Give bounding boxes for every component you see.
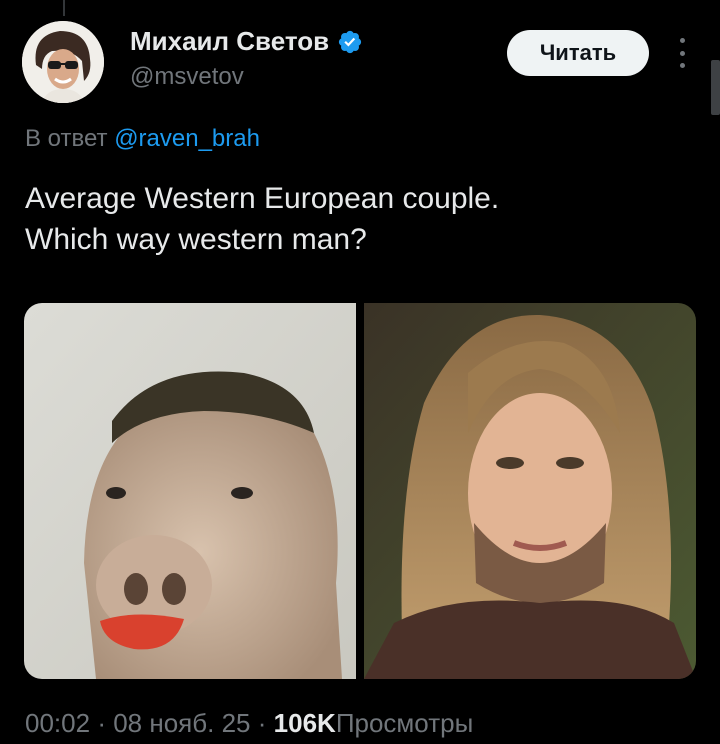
meta-separator: · <box>97 708 106 738</box>
media-image-right[interactable] <box>364 303 696 679</box>
more-vertical-icon[interactable] <box>672 38 692 68</box>
tweet-meta: 00:02 · 08 нояб. 25 · 106KПросмотры <box>25 708 473 739</box>
person-photo <box>364 303 696 679</box>
tweet-text-line: Which way western man? <box>25 223 367 256</box>
tweet-text-line: Average Western European couple. <box>25 182 500 215</box>
meta-separator: · <box>257 708 267 738</box>
author-name[interactable]: Михаил Светов <box>130 26 329 57</box>
scrollbar-thumb[interactable] <box>711 60 720 115</box>
thread-connector-line <box>63 0 65 16</box>
avatar[interactable] <box>22 21 104 103</box>
views-label: Просмотры <box>335 708 474 738</box>
reply-context: В ответ @raven_brah <box>25 125 260 153</box>
author-handle[interactable]: @msvetov <box>130 63 244 91</box>
follow-button[interactable]: Читать <box>507 30 649 76</box>
verified-badge-icon <box>338 30 362 53</box>
avatar-image <box>22 21 104 103</box>
tweet-text: Average Western European couple. Which w… <box>25 178 695 260</box>
pig-photo <box>24 303 356 679</box>
reply-prefix: В ответ <box>25 125 108 152</box>
media-image-left[interactable] <box>24 303 356 679</box>
tweet-date[interactable]: 08 нояб. 25 <box>113 708 250 738</box>
reply-handle-link[interactable]: @raven_brah <box>114 125 260 152</box>
views-count[interactable]: 106K <box>274 708 336 738</box>
tweet-media <box>24 303 696 679</box>
tweet-time[interactable]: 00:02 <box>25 708 90 738</box>
